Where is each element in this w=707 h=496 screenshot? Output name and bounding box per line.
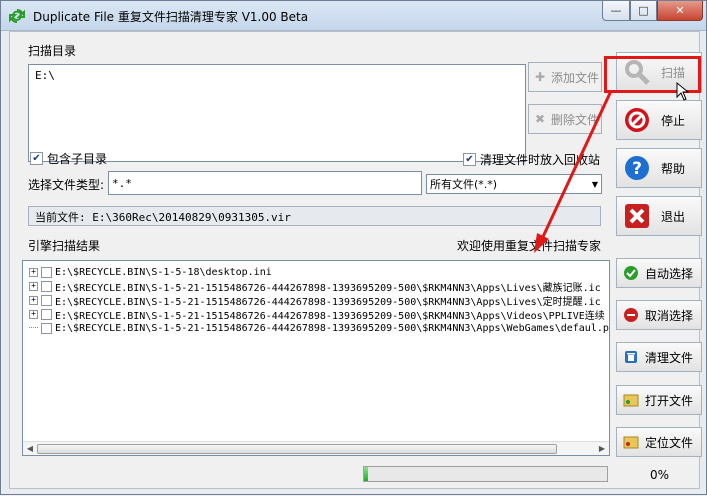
filetype-select-value: 所有文件(*.*)	[430, 178, 498, 191]
tree-row[interactable]: + E:\$RECYCLE.BIN\S-1-5-21-1515486726-44…	[23, 279, 601, 294]
cancel-select-button[interactable]: 取消选择	[616, 300, 702, 330]
help-icon: ?	[623, 154, 651, 182]
remove-icon: ✖	[534, 112, 546, 126]
stop-label: 停止	[661, 113, 686, 128]
tree-line-icon	[29, 321, 38, 328]
clean-files-label: 清理文件	[645, 350, 694, 365]
remove-file-label: 删除文件	[551, 112, 600, 127]
tree-row[interactable]: + E:\$RECYCLE.BIN\S-1-5-21-1515486726-44…	[23, 293, 601, 308]
expand-icon[interactable]: +	[29, 309, 38, 319]
locate-file-label: 定位文件	[645, 435, 694, 450]
results-label: 引擎扫描结果	[28, 239, 101, 253]
locate-file-button[interactable]: 定位文件	[616, 427, 702, 457]
check-circle-icon	[623, 265, 639, 281]
row-checkbox[interactable]	[41, 308, 52, 320]
main-panel: 扫描目录 E:\ ✚ 添加文件 ✖ 删除文件 ✔ 包含子目录 ✔ 清理文件时放入…	[9, 31, 702, 489]
chevron-down-icon: ▼	[591, 179, 598, 189]
add-file-button[interactable]: ✚ 添加文件	[528, 62, 602, 92]
exit-button[interactable]: 退出	[616, 196, 702, 236]
close-icon: ✕	[675, 4, 685, 17]
tree-row[interactable]: + E:\$RECYCLE.BIN\S-1-5-21-1515486726-44…	[23, 307, 605, 322]
stop-button[interactable]: 停止	[616, 100, 702, 140]
clean-files-button[interactable]: 清理文件	[616, 342, 702, 372]
open-folder-icon	[623, 392, 639, 408]
title-bar: Duplicate File 重复文件扫描清理专家 V1.00 Beta — □…	[1, 1, 706, 31]
progress-fill	[364, 467, 368, 481]
add-file-label: 添加文件	[551, 70, 600, 85]
row-path: E:\$RECYCLE.BIN\S-1-5-21-1515486726-4442…	[55, 310, 605, 322]
horizontal-scrollbar[interactable]: ◀ ▶	[23, 441, 609, 455]
scan-dir-value: E:\	[35, 69, 55, 82]
open-file-label: 打开文件	[645, 393, 694, 408]
scroll-right-icon[interactable]: ▶	[596, 444, 608, 454]
minus-circle-icon	[623, 307, 639, 323]
plus-icon: ✚	[534, 70, 546, 84]
recycle-check-icon: ✔	[463, 153, 476, 166]
filetype-input-value: *.*	[112, 177, 132, 190]
window-title: Duplicate File 重复文件扫描清理专家 V1.00 Beta	[33, 10, 309, 24]
filetype-input[interactable]: *.*	[108, 171, 422, 195]
minimize-icon: —	[610, 4, 622, 17]
results-tree[interactable]: + E:\$RECYCLE.BIN\S-1-5-18\desktop.ini +…	[22, 260, 610, 456]
stop-icon	[623, 106, 651, 134]
app-window: Duplicate File 重复文件扫描清理专家 V1.00 Beta — □…	[0, 0, 707, 495]
current-file-label: 当前文件:	[35, 211, 86, 224]
help-label: 帮助	[661, 161, 686, 176]
auto-select-button[interactable]: 自动选择	[616, 258, 702, 288]
remove-file-button[interactable]: ✖ 删除文件	[528, 104, 602, 134]
exit-label: 退出	[661, 209, 686, 224]
row-checkbox[interactable]	[41, 294, 52, 306]
trash-icon	[623, 349, 639, 365]
cancel-select-label: 取消选择	[645, 308, 694, 323]
expand-icon[interactable]: +	[29, 295, 38, 305]
current-file-value: E:\360Rec\20140829\0931305.vir	[92, 211, 291, 224]
maximize-icon: □	[638, 4, 649, 17]
include-subdirs-label: 包含子目录	[47, 152, 108, 166]
include-subdirs-check-icon: ✔	[30, 152, 43, 165]
tree-row[interactable]: + E:\$RECYCLE.BIN\S-1-5-18\desktop.ini	[23, 265, 272, 279]
current-file-bar: 当前文件: E:\360Rec\20140829\0931305.vir	[28, 206, 601, 226]
progress-label: 0%	[650, 468, 670, 482]
recycle-label: 清理文件时放入回收站	[480, 153, 601, 167]
tree-row[interactable]: E:\$RECYCLE.BIN\S-1-5-21-1515486726-4442…	[23, 321, 609, 335]
help-button[interactable]: ? 帮助	[616, 148, 702, 188]
minimize-button[interactable]: —	[602, 1, 630, 21]
expand-icon[interactable]: +	[29, 281, 38, 291]
progress-bar	[363, 466, 608, 482]
scan-dir-label: 扫描目录	[28, 44, 77, 58]
include-subdirs-checkbox[interactable]: ✔ 包含子目录	[30, 150, 107, 167]
row-checkbox[interactable]	[41, 322, 52, 334]
row-checkbox[interactable]	[41, 266, 52, 278]
highlight-box	[604, 56, 701, 93]
scan-dir-list[interactable]: E:\	[28, 64, 526, 162]
row-path: E:\$RECYCLE.BIN\S-1-5-21-1515486726-4442…	[55, 322, 609, 334]
open-file-button[interactable]: 打开文件	[616, 385, 702, 415]
auto-select-label: 自动选择	[645, 266, 694, 281]
filetype-select[interactable]: 所有文件(*.*) ▼	[426, 174, 602, 194]
expand-icon[interactable]: +	[29, 267, 38, 277]
app-refresh-icon	[9, 8, 25, 24]
row-path: E:\$RECYCLE.BIN\S-1-5-21-1515486726-4442…	[55, 282, 601, 294]
welcome-text: 欢迎使用重复文件扫描专家	[457, 239, 602, 253]
filetype-label: 选择文件类型:	[28, 178, 105, 192]
recycle-checkbox[interactable]: ✔ 清理文件时放入回收站	[463, 151, 600, 168]
row-path: E:\$RECYCLE.BIN\S-1-5-18\desktop.ini	[55, 266, 272, 278]
row-checkbox[interactable]	[41, 280, 52, 292]
svg-text:?: ?	[632, 159, 642, 179]
maximize-button[interactable]: □	[630, 1, 657, 21]
locate-folder-icon	[623, 434, 639, 450]
scroll-left-icon[interactable]: ◀	[24, 444, 36, 454]
scrollbar-thumb[interactable]	[37, 444, 557, 454]
row-path: E:\$RECYCLE.BIN\S-1-5-21-1515486726-4442…	[55, 296, 601, 308]
close-button[interactable]: ✕	[657, 1, 703, 21]
exit-icon	[623, 202, 651, 230]
